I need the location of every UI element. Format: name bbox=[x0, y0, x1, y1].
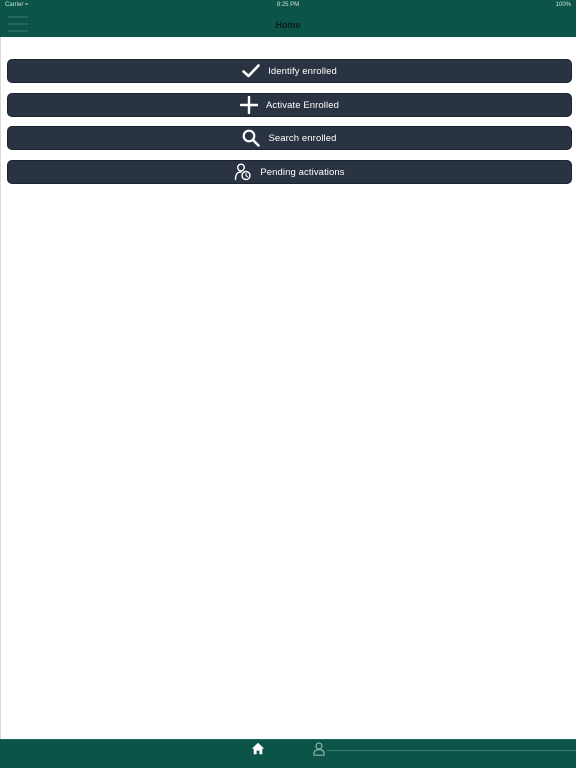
identify-enrolled-label: Identify enrolled bbox=[268, 65, 337, 77]
status-battery: 100% bbox=[555, 2, 571, 8]
main-content: Identify enrolled Activate Enrolled Sear… bbox=[0, 37, 576, 741]
search-enrolled-button[interactable]: Search enrolled bbox=[7, 126, 572, 150]
user-icon bbox=[313, 741, 325, 761]
search-icon bbox=[242, 129, 261, 147]
checkmark-icon bbox=[242, 64, 260, 78]
tab-profile[interactable] bbox=[310, 741, 328, 761]
identify-enrolled-button[interactable]: Identify enrolled bbox=[7, 59, 572, 83]
pending-activations-label: Pending activations bbox=[260, 166, 345, 178]
activate-enrolled-label: Activate Enrolled bbox=[266, 99, 339, 111]
status-bar: Carrier ≈ 8:25 PM 100% bbox=[0, 0, 576, 12]
search-enrolled-label: Search enrolled bbox=[268, 132, 337, 144]
tab-home[interactable] bbox=[249, 742, 267, 760]
tab-bar-divider bbox=[327, 750, 576, 751]
home-icon bbox=[251, 742, 265, 760]
activate-enrolled-button[interactable]: Activate Enrolled bbox=[7, 93, 572, 117]
pending-activations-button[interactable]: Pending activations bbox=[7, 160, 572, 184]
status-time: 8:25 PM bbox=[276, 2, 300, 8]
page-title: Home bbox=[275, 19, 301, 30]
hamburger-menu-icon[interactable] bbox=[8, 16, 28, 32]
plus-icon bbox=[240, 96, 258, 114]
navigation-bar: Home bbox=[0, 12, 576, 37]
tab-bar bbox=[0, 739, 576, 768]
user-clock-icon bbox=[234, 163, 252, 181]
